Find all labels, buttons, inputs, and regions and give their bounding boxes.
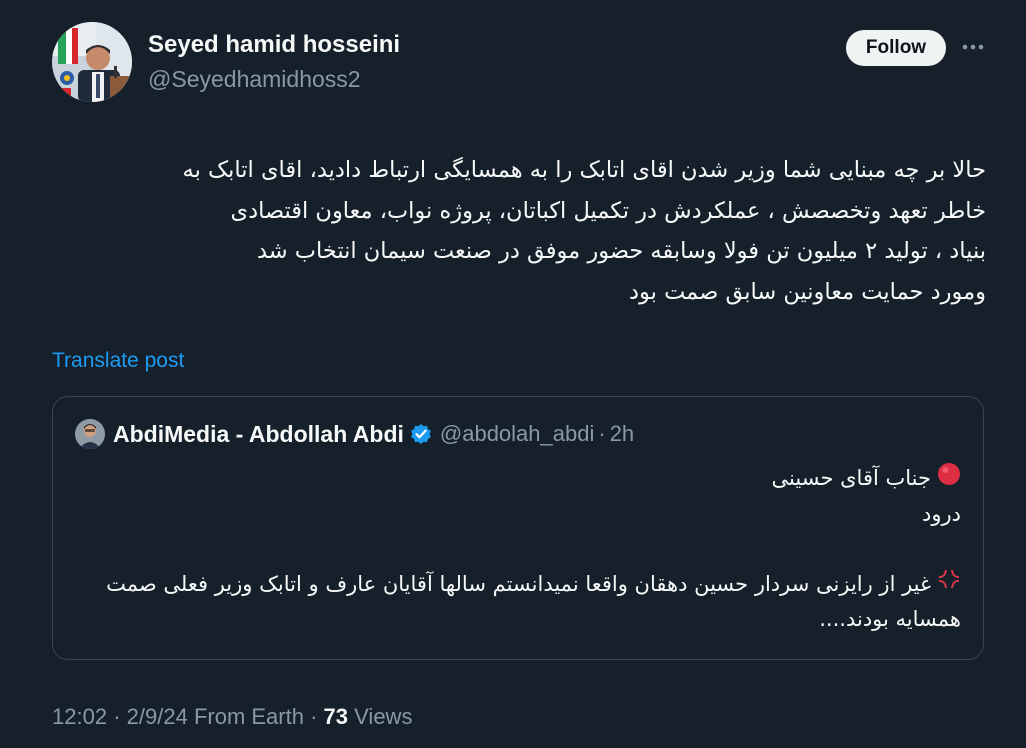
post-text: حالا بر چه مبنایی شما وزیر شدن اقای اتاب… — [52, 150, 986, 312]
profile-photo-icon — [52, 22, 132, 102]
quoted-author-avatar[interactable] — [75, 419, 105, 449]
quoted-profile-photo-icon — [75, 419, 105, 449]
views-count[interactable]: 73 — [324, 704, 348, 729]
post-text-line: حالا بر چه مبنایی شما وزیر شدن اقای اتاب… — [182, 157, 986, 183]
ellipsis-icon — [962, 44, 984, 50]
post-header: Seyed hamid hosseini @Seyedhamidhoss2 Fo… — [52, 22, 992, 104]
more-options-button[interactable] — [956, 34, 990, 60]
author-handle[interactable]: @Seyedhamidhoss2 — [148, 64, 400, 94]
separator-dot: · — [310, 704, 318, 729]
separator-dot: · — [113, 704, 121, 729]
quoted-author-name[interactable]: AbdiMedia - Abdollah Abdi — [113, 421, 404, 448]
post-metadata: 12:02 · 2/9/24 From Earth · 73 Views — [52, 702, 412, 732]
post-text-line: خاطر تعهد وتخصصش ، عملکردش در تکمیل اکبا… — [230, 197, 986, 224]
separator-dot: · — [598, 421, 606, 446]
quoted-post-text: جناب آقای حسینی درود غیر از رایزنی سردار… — [73, 461, 961, 637]
quoted-author-handle[interactable]: @abdolah_abdi — [440, 421, 594, 447]
quoted-text-line-empty — [73, 532, 961, 567]
quoted-post-time[interactable]: 2h — [610, 421, 634, 447]
verified-check-icon — [410, 424, 431, 444]
post-date[interactable]: 2/9/24 — [127, 704, 188, 729]
verified-badge-icon — [410, 423, 432, 445]
author-display-name[interactable]: Seyed hamid hosseini — [148, 30, 400, 60]
anger-symbol-emoji-icon — [937, 567, 961, 602]
quoted-post-card[interactable]: AbdiMedia - Abdollah Abdi @abdolah_abdi … — [52, 396, 984, 660]
translate-post-link[interactable]: Translate post — [52, 347, 184, 375]
post-source: From Earth — [193, 704, 304, 729]
red-circle-emoji-icon — [937, 462, 961, 497]
quoted-post-header: AbdiMedia - Abdollah Abdi @abdolah_abdi … — [75, 419, 634, 449]
quoted-text-line: غیر از رایزنی سردار حسین دهقان واقعا نمی… — [73, 567, 961, 638]
quoted-text-line: جناب آقای حسینی — [73, 461, 961, 497]
post-time[interactable]: 12:02 — [52, 704, 107, 729]
follow-button[interactable]: Follow — [846, 30, 946, 66]
author-avatar[interactable] — [52, 22, 132, 102]
quoted-text-line: درود — [922, 501, 961, 526]
author-names: Seyed hamid hosseini @Seyedhamidhoss2 — [148, 30, 400, 94]
views-label[interactable]: Views — [354, 704, 412, 729]
quoted-text-body: غیر از رایزنی سردار حسین دهقان واقعا نمی… — [106, 571, 961, 632]
post-text-line: ومورد حمایت معاونین سابق صمت بود — [629, 278, 986, 305]
post-text-line: بنیاد ، تولید ۲ میلیون تن فولا وسابقه حض… — [256, 238, 986, 264]
quoted-text-greeting: جناب آقای حسینی — [771, 466, 931, 490]
